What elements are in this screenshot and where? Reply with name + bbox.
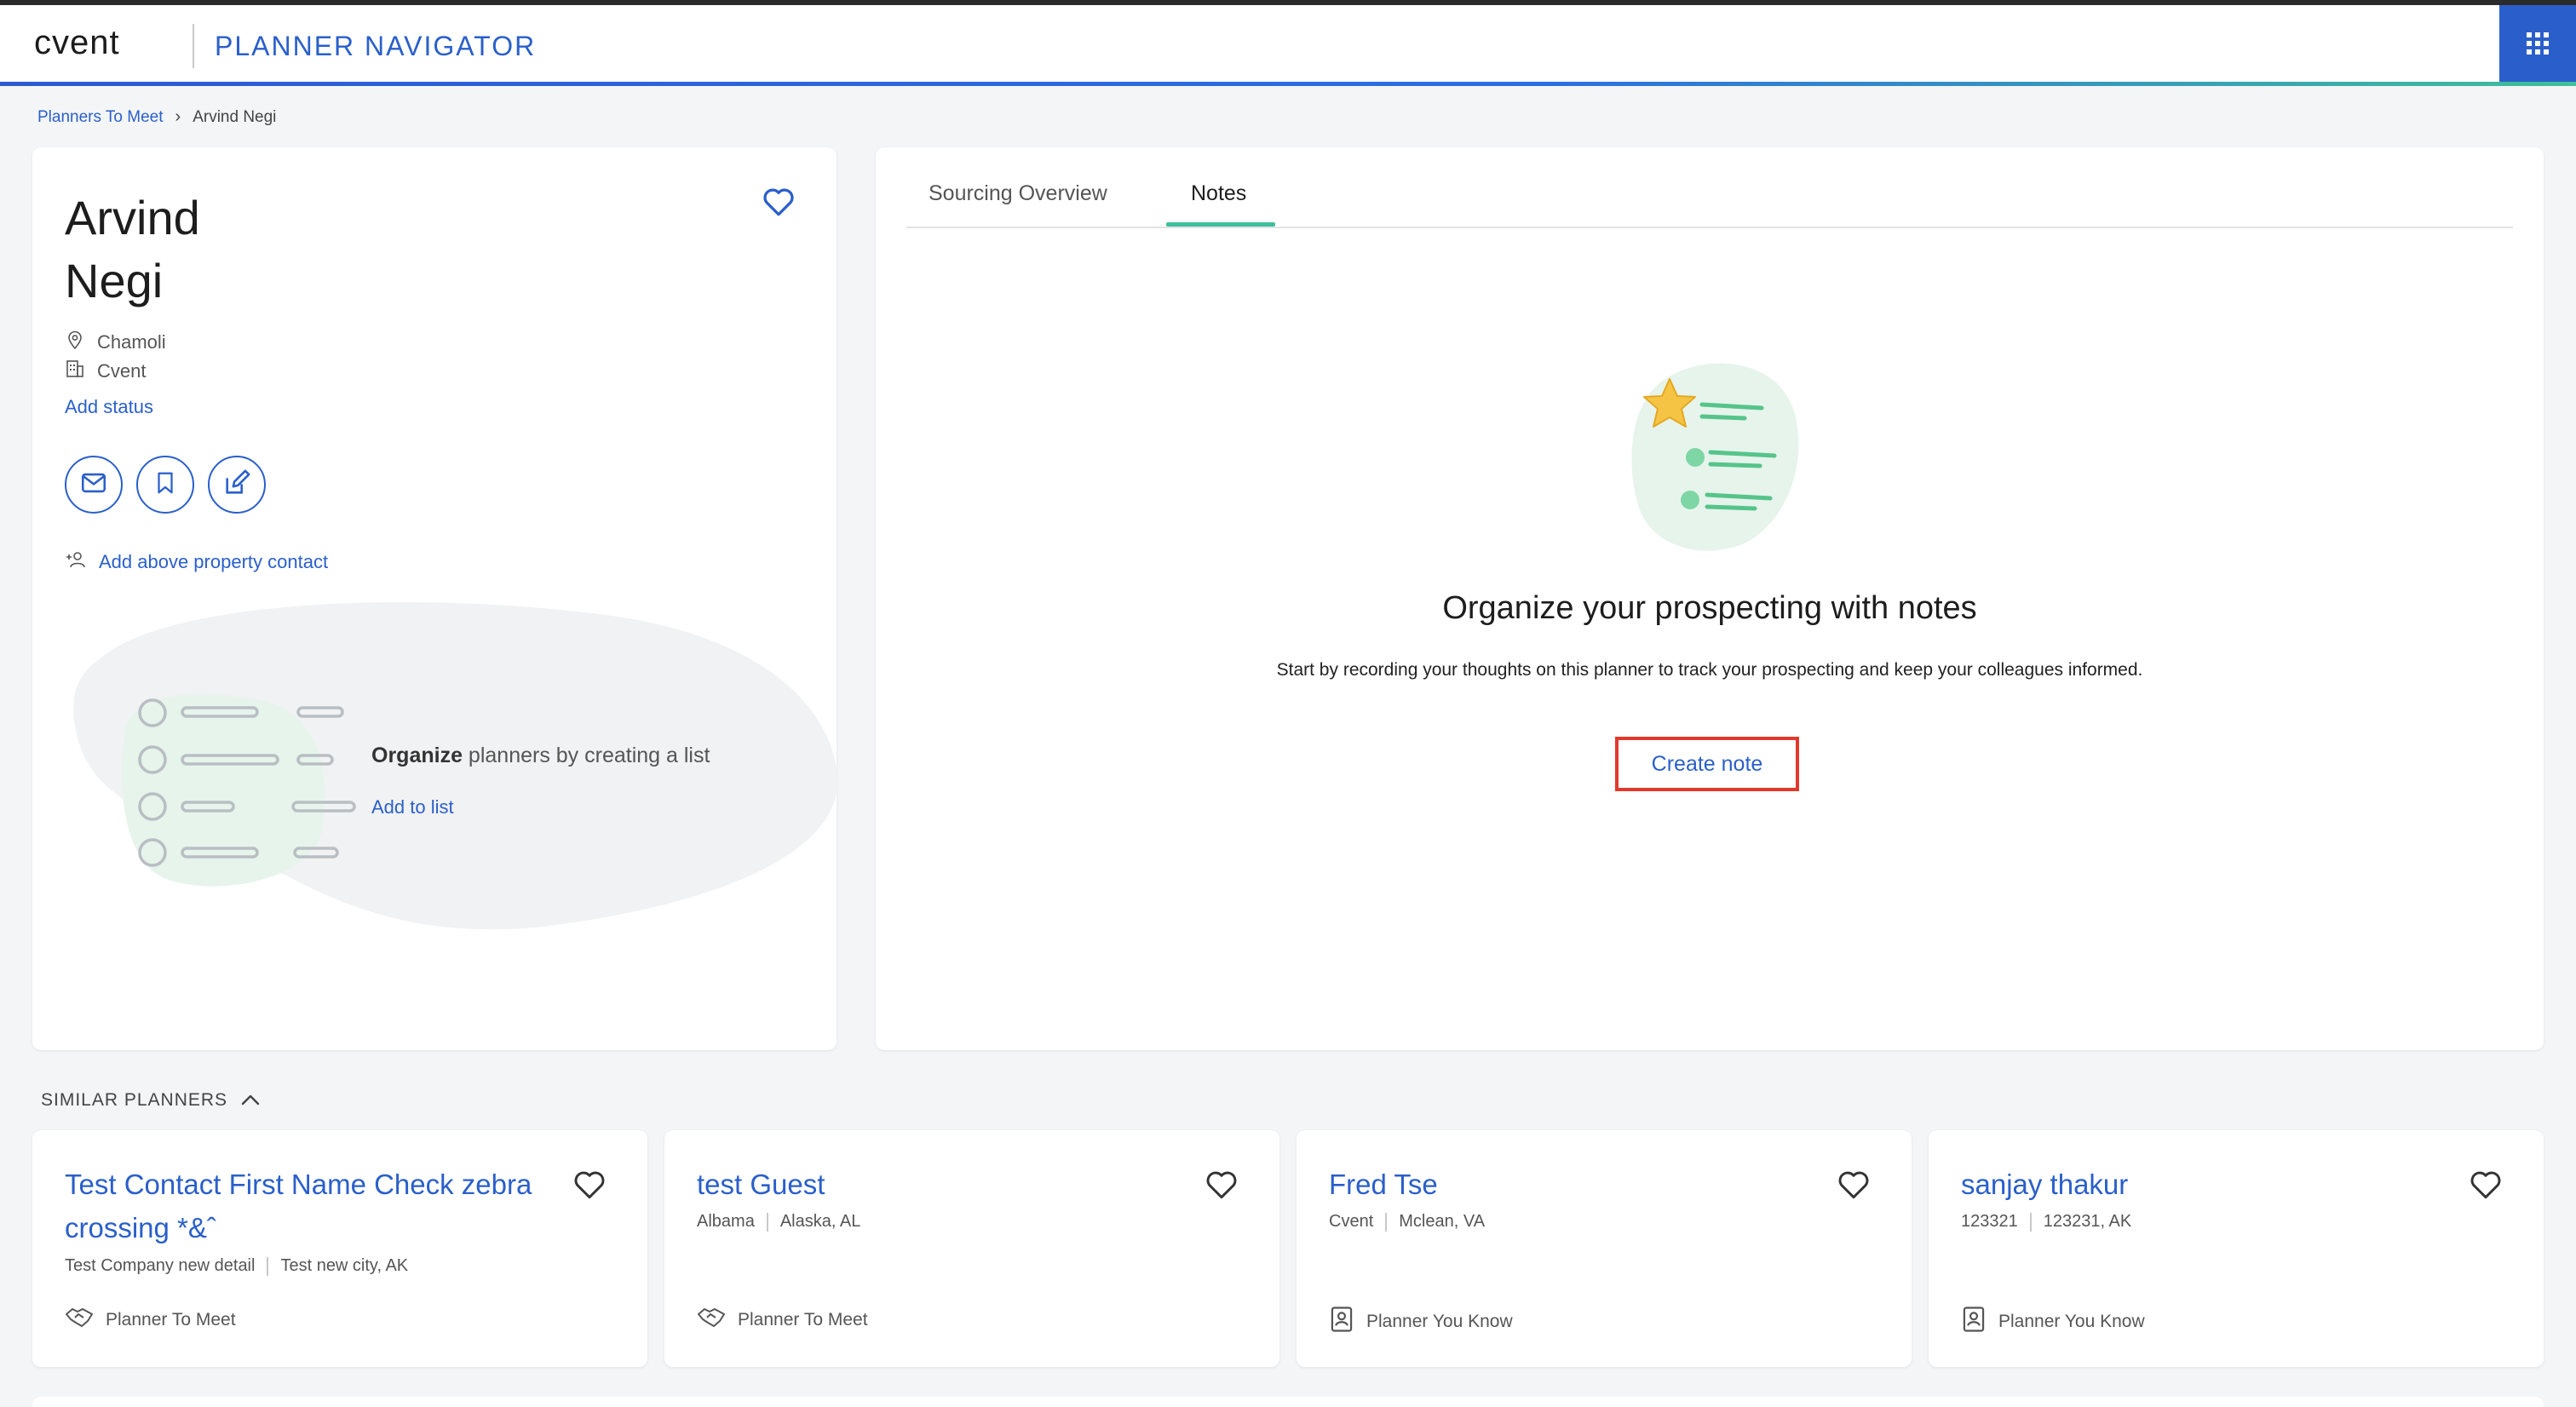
similar-planner-type-label: Planner You Know (1998, 1312, 2145, 1331)
similar-planner-company: 123321 (1961, 1212, 2018, 1231)
active-tab-indicator (1166, 222, 1275, 227)
favorite-heart-icon[interactable] (1205, 1169, 1239, 1204)
similar-planner-location: 123231, AK (2043, 1212, 2132, 1231)
cvent-logo[interactable]: cvent (34, 24, 120, 62)
apps-menu-button[interactable] (2499, 5, 2576, 82)
similar-planner-type-label: Planner To Meet (738, 1310, 868, 1329)
location-pin-icon (65, 330, 85, 355)
meta-divider (766, 1212, 768, 1232)
similar-planner-name[interactable]: Test Contact First Name Check zebra cros… (65, 1163, 567, 1249)
similar-planner-meta: 123321 123231, AK (1961, 1212, 2131, 1232)
contact-book-icon (1961, 1306, 1987, 1338)
tab-bar: Sourcing Overview Notes (906, 147, 2513, 228)
building-icon (65, 359, 85, 384)
app-title[interactable]: PLANNER NAVIGATOR (215, 31, 536, 62)
planner-profile-card: Arvind Negi Chamoli Cvent Add status Add… (32, 147, 838, 1050)
apps-grid-icon (2527, 32, 2549, 55)
planner-location: Chamoli (97, 331, 166, 353)
breadcrumb-parent-link[interactable]: Planners To Meet (37, 108, 164, 127)
create-note-button[interactable]: Create note (1652, 752, 1763, 777)
edit-pencil-icon (222, 468, 251, 502)
company-row: Cvent (65, 359, 146, 384)
favorite-heart-icon[interactable] (2469, 1169, 2503, 1204)
similar-planner-meta: Cvent Mclean, VA (1329, 1212, 1485, 1232)
location-row: Chamoli (65, 330, 166, 355)
breadcrumb: Planners To Meet › Arvind Negi (37, 107, 276, 127)
similar-planner-meta: Albama Alaska, AL (697, 1212, 860, 1232)
planner-first-name: Arvind (65, 191, 200, 244)
notes-illustration (1631, 363, 1799, 551)
meta-divider (1385, 1212, 1388, 1232)
handshake-icon (65, 1306, 94, 1335)
similar-planners-heading: SIMILAR PLANNERS (41, 1090, 228, 1110)
favorite-heart-icon[interactable] (762, 187, 796, 221)
similar-planner-company: Cvent (1329, 1212, 1374, 1231)
favorite-heart-icon[interactable] (1837, 1169, 1871, 1204)
add-to-list-link[interactable]: Add to list (371, 796, 454, 818)
chevron-right-icon: › (175, 107, 181, 126)
similar-planner-card[interactable]: Fred Tse Cvent Mclean, VA Planner You Kn… (1297, 1130, 1912, 1367)
breadcrumb-current: Arvind Negi (193, 107, 277, 126)
add-property-contact-link[interactable]: Add above property contact (65, 549, 328, 575)
similar-planner-name[interactable]: Fred Tse (1329, 1163, 1831, 1206)
similar-planner-type: Planner You Know (1329, 1306, 1513, 1338)
similar-planner-type-label: Planner To Meet (106, 1310, 236, 1329)
similar-planner-type: Planner You Know (1961, 1306, 2145, 1338)
header-accent-bar (0, 82, 2576, 86)
similar-planner-card[interactable]: test Guest Albama Alaska, AL Planner To … (664, 1130, 1279, 1367)
similar-planner-type: Planner To Meet (697, 1306, 868, 1335)
contact-book-icon (1329, 1306, 1354, 1338)
add-property-contact-label: Add above property contact (99, 551, 329, 572)
similar-planner-name[interactable]: test Guest (697, 1163, 1199, 1206)
similar-planner-card[interactable]: Test Contact First Name Check zebra cros… (32, 1130, 647, 1367)
add-status-link[interactable]: Add status (65, 396, 153, 418)
favorite-heart-icon[interactable] (572, 1169, 607, 1204)
notes-empty-subtitle: Start by recording your thoughts on this… (1276, 660, 2143, 680)
similar-planner-company: Test Company new detail (65, 1256, 256, 1275)
email-button[interactable] (65, 456, 123, 514)
handshake-icon (697, 1306, 726, 1335)
similar-planner-card[interactable]: sanjay thakur 123321 123231, AK Planner … (1929, 1130, 2544, 1367)
similar-planner-meta: Test Company new detail Test new city, A… (65, 1256, 408, 1276)
chevron-up-icon (241, 1090, 260, 1111)
tab-notes[interactable]: Notes (1191, 181, 1246, 206)
notes-empty-title: Organize your prospecting with notes (1442, 590, 1977, 626)
envelope-icon (79, 468, 108, 502)
meta-divider (267, 1256, 269, 1276)
similar-planner-location: Test new city, AK (280, 1256, 409, 1275)
edit-button[interactable] (208, 456, 266, 514)
similar-planner-company: Albama (697, 1212, 755, 1231)
tab-sourcing-overview[interactable]: Sourcing Overview (929, 181, 1107, 206)
notes-panel: Sourcing Overview Notes Organize your pr… (876, 147, 2544, 1050)
organize-list-text: Organize planners by creating a list (371, 744, 710, 768)
list-illustration (73, 602, 838, 930)
header-divider (193, 24, 194, 68)
meta-divider (2029, 1212, 2032, 1232)
similar-planner-location: Mclean, VA (1399, 1212, 1486, 1231)
similar-planner-type-label: Planner You Know (1366, 1312, 1513, 1331)
planner-company: Cvent (97, 360, 147, 382)
app-header: cvent PLANNER NAVIGATOR (0, 5, 2576, 82)
next-section-edge (32, 1397, 2544, 1407)
add-person-icon (65, 549, 87, 575)
bookmark-button[interactable] (136, 456, 194, 514)
similar-planner-type: Planner To Meet (65, 1306, 236, 1335)
create-note-highlight: Create note (1615, 737, 1799, 791)
similar-planner-name[interactable]: sanjay thakur (1961, 1163, 2464, 1206)
bookmark-icon (152, 469, 178, 501)
planner-last-name: Negi (65, 254, 164, 307)
similar-planner-location: Alaska, AL (779, 1212, 861, 1231)
planner-name: Arvind Negi (65, 187, 200, 313)
organize-rest: planners by creating a list (462, 744, 710, 767)
similar-planners-toggle[interactable]: SIMILAR PLANNERS (41, 1090, 260, 1111)
organize-bold: Organize (371, 744, 463, 767)
